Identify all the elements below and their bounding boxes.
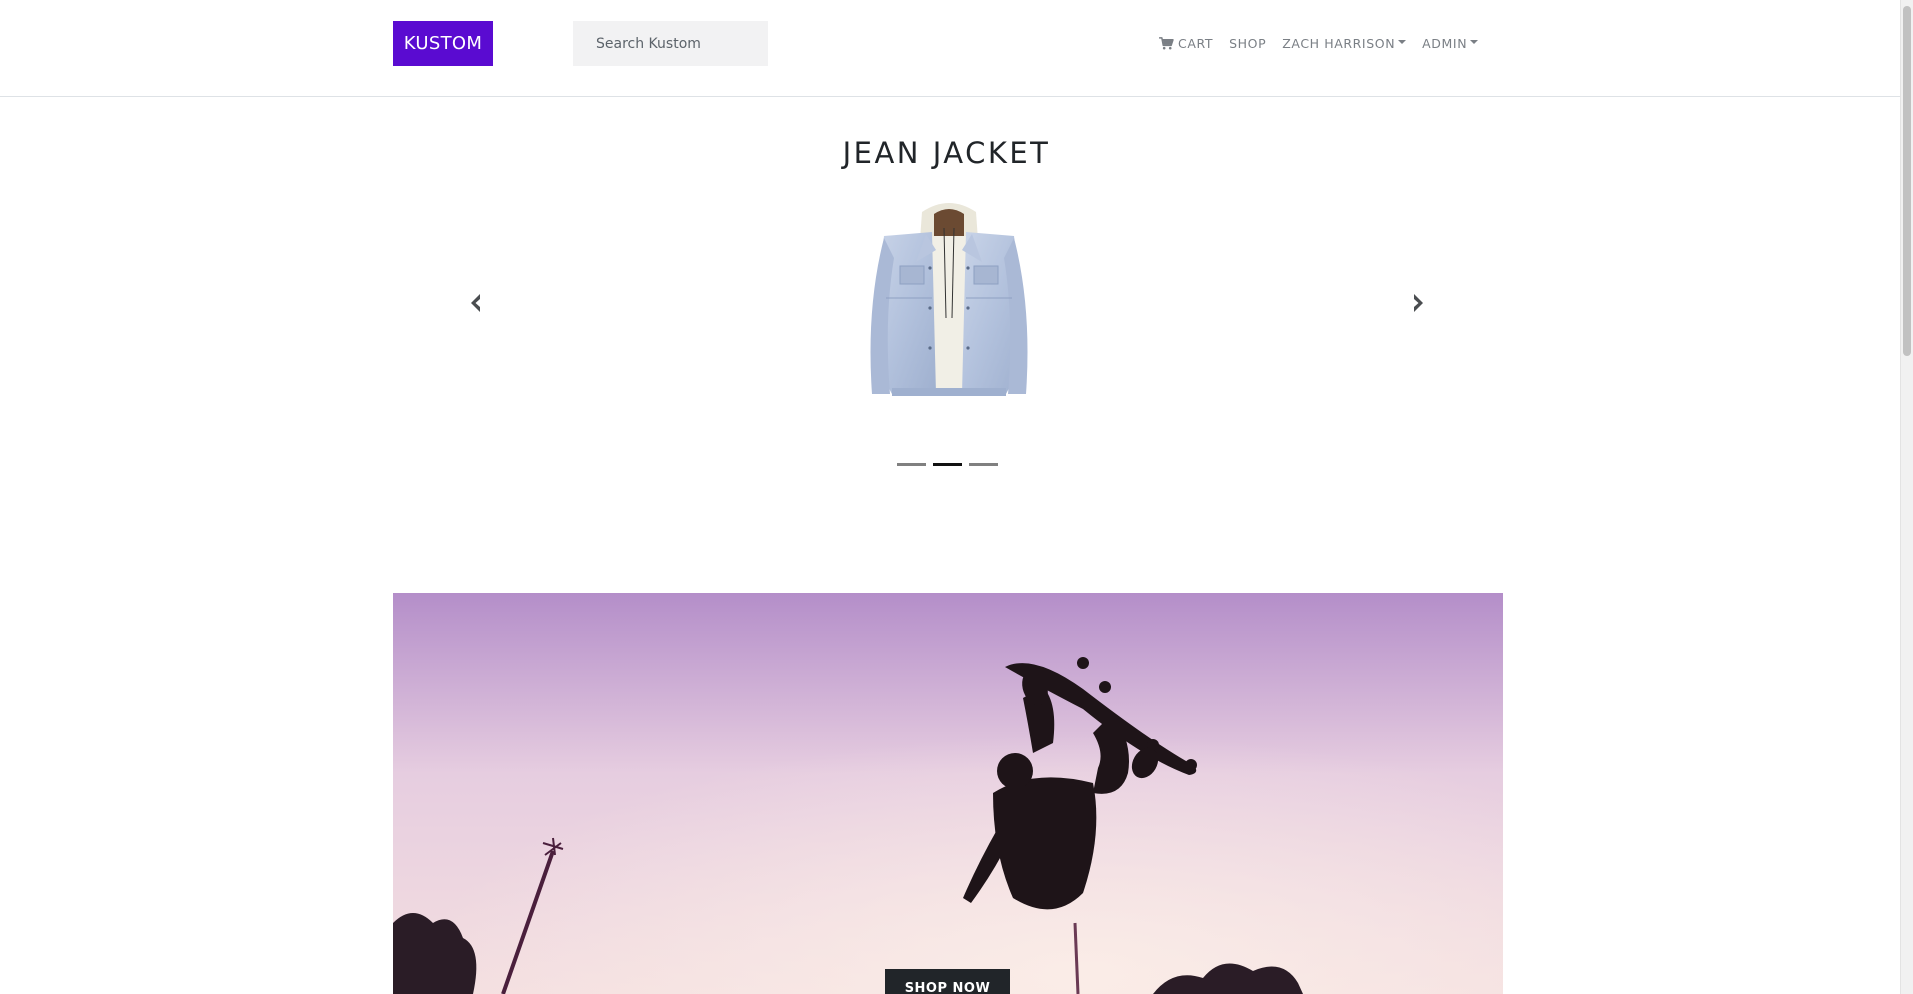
scrollbar-thumb[interactable]: [1903, 6, 1911, 356]
navbar: KUSTOM CART SHOP ZACH HARRISON ADMIN: [0, 0, 1900, 97]
nav-links: CART SHOP ZACH HARRISON ADMIN: [1159, 33, 1479, 53]
brand-logo[interactable]: KUSTOM: [393, 21, 493, 66]
carousel-next-button[interactable]: [1405, 290, 1431, 316]
nav-admin-label: ADMIN: [1422, 35, 1468, 51]
caret-down-icon: [1470, 40, 1479, 44]
shopping-cart-icon: [1159, 36, 1174, 49]
chevron-right-icon: [1414, 294, 1423, 312]
carousel-title: JEAN JACKET: [842, 136, 1051, 170]
nav-shop-link[interactable]: SHOP: [1229, 36, 1266, 51]
caret-down-icon: [1398, 40, 1407, 44]
nav-user-dropdown[interactable]: ZACH HARRISON: [1282, 35, 1407, 51]
carousel-indicator-2[interactable]: [933, 463, 962, 466]
carousel-indicator-1[interactable]: [897, 463, 926, 466]
page-scrollbar[interactable]: [1900, 0, 1913, 994]
hero-banner-image: [393, 593, 1503, 994]
nav-user-label: ZACH HARRISON: [1282, 35, 1396, 51]
jean-jacket-image[interactable]: [864, 198, 1034, 403]
search-input[interactable]: [573, 21, 768, 66]
carousel-indicator-3[interactable]: [969, 463, 998, 466]
chevron-left-icon: [471, 294, 480, 312]
carousel-prev-button[interactable]: [463, 290, 489, 316]
nav-cart-label: CART: [1178, 35, 1214, 51]
shop-now-button[interactable]: SHOP NOW: [885, 969, 1010, 994]
nav-cart-link[interactable]: CART: [1159, 36, 1213, 51]
nav-admin-dropdown[interactable]: ADMIN: [1422, 35, 1479, 51]
carousel-indicators: [897, 463, 1005, 466]
page: KUSTOM CART SHOP ZACH HARRISON ADMIN: [0, 0, 1913, 994]
